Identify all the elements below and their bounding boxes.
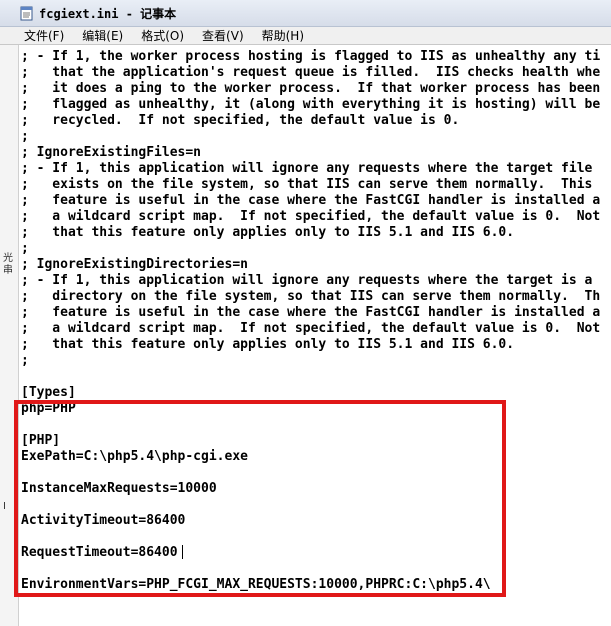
text-line: ; that this feature only applies only to…: [21, 337, 515, 352]
text-line: ; feature is useful in the case where th…: [21, 305, 601, 320]
menu-bar: 文件(F) 编辑(E) 格式(O) 查看(V) 帮助(H): [0, 27, 611, 45]
title-bar[interactable]: fcgiext.ini - 记事本: [0, 0, 611, 27]
text-line: ; a wildcard script map. If not specifie…: [21, 321, 601, 336]
strip-mark: 串: [3, 265, 13, 276]
text-caret: [182, 545, 183, 559]
text-line: ; exists on the file system, so that IIS…: [21, 177, 593, 192]
menu-edit[interactable]: 编辑(E): [82, 27, 123, 44]
menu-format[interactable]: 格式(O): [141, 27, 184, 44]
notepad-window: fcgiext.ini - 记事本 文件(F) 编辑(E) 格式(O) 查看(V…: [0, 0, 611, 626]
text-line: [21, 369, 600, 385]
window-title: fcgiext.ini - 记事本: [39, 6, 177, 21]
text-line: ; it does a ping to the worker process. …: [21, 81, 601, 96]
text-line: ;: [21, 353, 29, 368]
text-line: ; - If 1, this application will ignore a…: [21, 161, 593, 176]
menu-help[interactable]: 帮助(H): [262, 27, 304, 44]
text-line: ; directory on the file system, so that …: [21, 289, 601, 304]
text-line: ; feature is useful in the case where th…: [21, 193, 601, 208]
notepad-icon: [20, 6, 33, 21]
text-line: ; that the application's request queue i…: [21, 65, 601, 80]
highlight-annotation-box: [14, 400, 506, 597]
text-line: ; IgnoreExistingFiles=n: [21, 145, 202, 160]
text-line: ;: [21, 241, 29, 256]
text-line: ; IgnoreExistingDirectories=n: [21, 257, 248, 272]
text-line: ; flagged as unhealthy, it (along with e…: [21, 97, 601, 112]
text-line: ; a wildcard script map. If not specifie…: [21, 209, 601, 224]
text-line: [Types]: [21, 385, 76, 400]
text-line: ; that this feature only applies only to…: [21, 225, 515, 240]
text-line: ;: [21, 129, 29, 144]
text-line: ; - If 1, the worker process hosting is …: [21, 49, 601, 64]
text-line: ; - If 1, this application will ignore a…: [21, 273, 593, 288]
menu-file[interactable]: 文件(F): [24, 27, 64, 44]
menu-view[interactable]: 查看(V): [202, 27, 244, 44]
text-line: ; recycled. If not specified, the defaul…: [21, 113, 460, 128]
strip-mark: I: [3, 501, 6, 512]
